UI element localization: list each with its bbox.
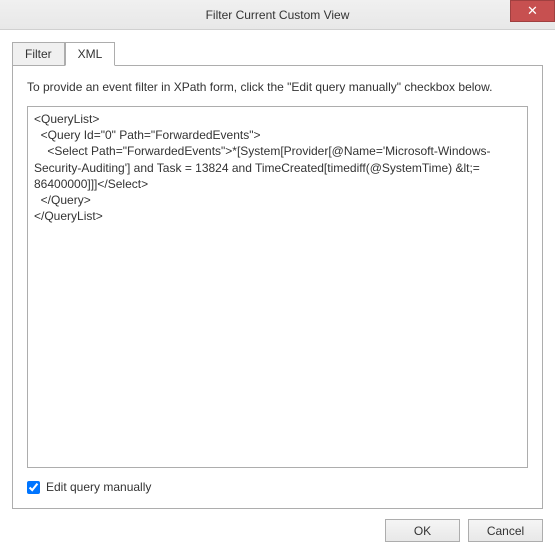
xml-query-textarea[interactable]	[27, 106, 528, 468]
cancel-button[interactable]: Cancel	[468, 519, 543, 542]
edit-query-manually-checkbox[interactable]	[27, 481, 40, 494]
ok-button[interactable]: OK	[385, 519, 460, 542]
content-area: Filter XML To provide an event filter in…	[0, 30, 555, 556]
title-bar: Filter Current Custom View ✕	[0, 0, 555, 30]
tab-filter[interactable]: Filter	[12, 42, 65, 66]
xml-tab-panel: To provide an event filter in XPath form…	[12, 65, 543, 509]
close-button[interactable]: ✕	[510, 0, 555, 22]
close-icon: ✕	[527, 3, 538, 19]
edit-query-manually-label[interactable]: Edit query manually	[46, 480, 151, 494]
tab-strip: Filter XML	[12, 42, 543, 65]
dialog-button-row: OK Cancel	[12, 509, 543, 544]
edit-manually-row: Edit query manually	[27, 480, 528, 494]
window-title: Filter Current Custom View	[206, 8, 350, 22]
tab-xml[interactable]: XML	[65, 42, 116, 66]
instruction-text: To provide an event filter in XPath form…	[27, 80, 528, 94]
